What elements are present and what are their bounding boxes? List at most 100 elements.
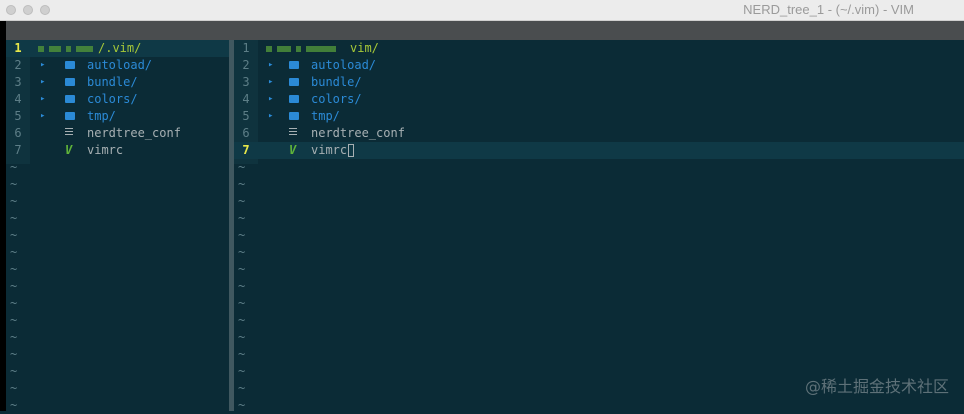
line-number: 1 xyxy=(14,41,22,55)
tree-root-label: /.vim/ xyxy=(98,41,142,55)
entry-label: vimrc xyxy=(87,143,124,157)
folder-icon xyxy=(65,108,75,125)
expand-arrow-icon[interactable]: ▸ xyxy=(268,57,273,74)
expand-arrow-icon[interactable]: ▸ xyxy=(268,91,273,108)
title-bar: NERD_tree_1 - (~/.vim) - VIM xyxy=(0,0,964,21)
entry-label: autoload/ xyxy=(87,58,153,72)
entry-label: autoload/ xyxy=(311,58,377,72)
expand-arrow-icon[interactable]: ▸ xyxy=(40,74,45,91)
empty-line-marker: ~ xyxy=(238,347,246,361)
close-window-button[interactable] xyxy=(6,5,16,15)
entry-label: nerdtree_conf xyxy=(87,126,181,140)
folder-icon xyxy=(289,57,299,74)
redacted-path xyxy=(277,45,291,52)
folder-icon xyxy=(65,91,75,108)
empty-line-marker: ~ xyxy=(238,177,246,191)
empty-line-marker: ~ xyxy=(10,177,18,191)
empty-line-marker: ~ xyxy=(10,211,18,225)
empty-line-marker: ~ xyxy=(10,381,18,395)
empty-line-marker: ~ xyxy=(10,262,18,276)
empty-line-marker: ~ xyxy=(238,211,246,225)
left-nerdtree-pane[interactable]: 1 /.vim/ 2 ▸ autoload/ 3 ▸ bundle/ 4 ▸ c… xyxy=(6,40,229,412)
redacted-path xyxy=(38,45,44,52)
tree-entry-autoload[interactable]: 2 ▸ autoload/ xyxy=(234,57,964,74)
tree-root-path: /.vim/ xyxy=(38,40,141,57)
folder-icon xyxy=(289,74,299,91)
expand-arrow-icon[interactable]: ▸ xyxy=(40,91,45,108)
redacted-path xyxy=(266,45,272,52)
empty-line-marker: ~ xyxy=(238,228,246,242)
entry-label: bundle/ xyxy=(87,75,138,89)
empty-line-marker: ~ xyxy=(238,279,246,293)
line-number: 6 xyxy=(242,126,250,140)
expand-arrow-icon[interactable]: ▸ xyxy=(40,108,45,125)
empty-line-marker: ~ xyxy=(238,330,246,344)
watermark: @稀土掘金技术社区 xyxy=(804,377,949,396)
empty-line-marker: ~ xyxy=(10,347,18,361)
vim-logo-icon: V xyxy=(289,143,297,157)
right-nerdtree-pane[interactable]: 1 vim/ 2 ▸ autoload/ 3 ▸ bundle/ 4 ▸ col… xyxy=(234,40,964,412)
line-number: 4 xyxy=(242,92,250,106)
tree-entry-tmp[interactable]: 5 ▸ tmp/ xyxy=(6,108,229,125)
line-number: 5 xyxy=(242,109,250,123)
tree-root-label: vim/ xyxy=(350,41,379,55)
tree-root-line[interactable]: 1 vim/ xyxy=(234,40,964,57)
redacted-path xyxy=(306,45,336,52)
tree-entry-colors[interactable]: 4 ▸ colors/ xyxy=(6,91,229,108)
text-file-icon xyxy=(65,125,73,142)
empty-line-marker: ~ xyxy=(10,228,18,242)
empty-line-marker: ~ xyxy=(238,194,246,208)
empty-line-marker: ~ xyxy=(10,364,18,378)
vim-logo-icon: V xyxy=(65,143,73,157)
line-number: 2 xyxy=(14,58,22,72)
empty-line-marker: ~ xyxy=(238,398,246,412)
tree-entry-nerdtree-conf[interactable]: 6 nerdtree_conf xyxy=(6,125,229,142)
line-number: 4 xyxy=(14,92,22,106)
expand-arrow-icon[interactable]: ▸ xyxy=(40,57,45,74)
redacted-path xyxy=(76,45,93,52)
tree-root-line[interactable]: 1 /.vim/ xyxy=(6,40,229,57)
line-number: 7 xyxy=(242,143,250,157)
tree-entry-vimrc[interactable]: 7 V vimrc xyxy=(6,142,229,159)
empty-line-marker: ~ xyxy=(10,330,18,344)
tree-entry-nerdtree-conf[interactable]: 6 nerdtree_conf xyxy=(234,125,964,142)
line-number: 1 xyxy=(242,41,250,55)
folder-icon xyxy=(65,57,75,74)
text-cursor xyxy=(348,144,355,157)
empty-line-marker: ~ xyxy=(238,313,246,327)
tree-entry-bundle[interactable]: 3 ▸ bundle/ xyxy=(6,74,229,91)
tab-bar xyxy=(6,21,964,40)
line-number: 5 xyxy=(14,109,22,123)
tree-entry-vimrc[interactable]: 7 V vimrc xyxy=(234,142,964,159)
zoom-window-button[interactable] xyxy=(40,5,50,15)
folder-icon xyxy=(65,74,75,91)
tree-entry-autoload[interactable]: 2 ▸ autoload/ xyxy=(6,57,229,74)
line-number: 2 xyxy=(242,58,250,72)
empty-line-marker: ~ xyxy=(238,160,246,174)
tree-entry-bundle[interactable]: 3 ▸ bundle/ xyxy=(234,74,964,91)
entry-label: colors/ xyxy=(87,92,138,106)
empty-line-marker: ~ xyxy=(10,398,18,412)
folder-icon xyxy=(289,108,299,125)
expand-arrow-icon[interactable]: ▸ xyxy=(268,108,273,125)
line-number: 3 xyxy=(242,75,250,89)
tree-entry-colors[interactable]: 4 ▸ colors/ xyxy=(234,91,964,108)
empty-line-marker: ~ xyxy=(10,160,18,174)
tree-entry-tmp[interactable]: 5 ▸ tmp/ xyxy=(234,108,964,125)
empty-line-marker: ~ xyxy=(238,245,246,259)
redacted-path xyxy=(66,45,71,52)
entry-label: colors/ xyxy=(311,92,362,106)
redacted-path xyxy=(49,45,61,52)
window-title: NERD_tree_1 - (~/.vim) - VIM xyxy=(743,2,914,17)
text-file-icon xyxy=(289,125,297,142)
empty-line-marker: ~ xyxy=(238,262,246,276)
redacted-path xyxy=(296,45,301,52)
minimize-window-button[interactable] xyxy=(23,5,33,15)
entry-label: bundle/ xyxy=(311,75,362,89)
entry-label: nerdtree_conf xyxy=(311,126,405,140)
expand-arrow-icon[interactable]: ▸ xyxy=(268,74,273,91)
line-number: 7 xyxy=(14,143,22,157)
line-number: 6 xyxy=(14,126,22,140)
empty-line-marker: ~ xyxy=(10,296,18,310)
empty-line-marker: ~ xyxy=(10,279,18,293)
